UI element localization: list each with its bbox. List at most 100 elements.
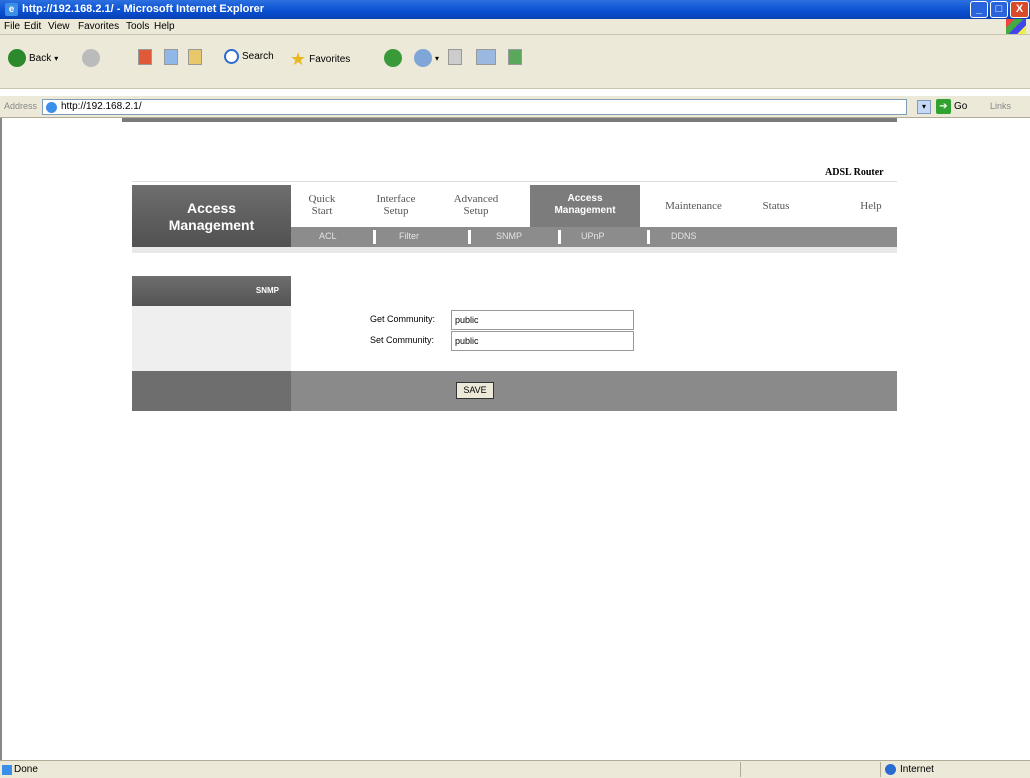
forward-arrow-icon	[82, 49, 100, 67]
messenger-button[interactable]	[508, 49, 522, 65]
sidebar-heading: SNMP	[132, 276, 291, 306]
minimize-button[interactable]: _	[970, 1, 988, 18]
tab-label: Quick	[308, 193, 336, 205]
subtab-ddns[interactable]: DDNS	[671, 231, 697, 241]
toolbar: Back ▾ Search ★ Favorites ▾	[0, 35, 1030, 89]
tab-quick-start[interactable]: Quick Start	[293, 187, 351, 225]
tab-label: Advanced	[453, 193, 499, 205]
tab-access-management[interactable]: Access Management	[530, 185, 640, 227]
menu-view[interactable]: View	[48, 21, 70, 32]
status-divider	[880, 762, 881, 777]
tab-label: Status	[762, 200, 790, 212]
tab-label: Help	[860, 200, 882, 212]
address-dropdown-button[interactable]: ▾	[917, 100, 931, 114]
status-text: Done	[14, 764, 38, 775]
back-label: Back	[29, 52, 52, 64]
tab-label: Setup	[463, 205, 489, 217]
refresh-icon	[164, 49, 178, 65]
subtab-separator	[558, 230, 561, 244]
favorites-button[interactable]: ★ Favorites	[290, 49, 350, 70]
search-icon	[224, 49, 239, 64]
footer-left-block	[132, 371, 291, 411]
section-title: Access Management	[132, 185, 291, 253]
subtab-acl[interactable]: ACL	[319, 231, 337, 241]
router-nav: Access Management Quick Start Interface …	[132, 185, 897, 253]
address-url: http://192.168.2.1/	[61, 101, 142, 112]
tab-label: Maintenance	[665, 200, 722, 212]
tab-status[interactable]: Status	[751, 187, 801, 225]
tab-maintenance[interactable]: Maintenance	[646, 187, 741, 225]
top-divider	[122, 118, 897, 122]
chevron-down-icon: ▾	[435, 53, 440, 63]
get-community-label: Get Community:	[370, 314, 436, 324]
footer-bar: SAVE	[132, 371, 897, 411]
get-community-input[interactable]	[451, 310, 634, 330]
links-button[interactable]: Links	[990, 101, 1011, 111]
stop-icon	[138, 49, 152, 65]
maximize-button[interactable]: □	[990, 1, 1008, 18]
status-bar: Done Internet	[0, 760, 1030, 778]
tab-help[interactable]: Help	[851, 187, 891, 225]
tab-advanced-setup[interactable]: Advanced Setup	[441, 187, 511, 225]
menu-edit[interactable]: Edit	[24, 21, 41, 32]
go-arrow-icon: ➔	[936, 99, 951, 114]
menu-file[interactable]: File	[4, 21, 20, 32]
menu-tools[interactable]: Tools	[126, 21, 149, 32]
home-button[interactable]	[188, 49, 202, 65]
search-label: Search	[242, 51, 274, 62]
sub-tabs: ACL Filter SNMP UPnP DDNS	[291, 227, 897, 247]
nav-bottom-strip	[132, 247, 897, 253]
save-button[interactable]: SAVE	[456, 382, 494, 399]
section-title-line2: Management	[168, 217, 255, 233]
get-community-row: Get Community:	[370, 310, 640, 332]
print-button[interactable]	[448, 49, 462, 65]
section-title-line1: Access	[186, 200, 237, 216]
window-title-bar: e http://192.168.2.1/ - Microsoft Intern…	[0, 0, 1030, 19]
messenger-icon	[508, 49, 522, 65]
stop-button[interactable]	[138, 49, 152, 65]
brand-label: ADSL Router	[825, 167, 884, 178]
tab-label: Access	[567, 193, 603, 204]
edit-button[interactable]	[476, 49, 496, 65]
ie-logo-icon: e	[5, 3, 18, 16]
go-button[interactable]: ➔ Go	[936, 99, 967, 114]
menu-bar: File Edit View Favorites Tools Help	[0, 19, 1030, 35]
go-label: Go	[954, 101, 968, 112]
tab-label: Start	[311, 205, 333, 217]
back-button[interactable]: Back ▾	[8, 49, 58, 67]
search-button[interactable]: Search	[224, 49, 274, 64]
address-bar: Address http://192.168.2.1/ ▾ ➔ Go Links	[0, 96, 1030, 118]
subtab-separator	[373, 230, 376, 244]
set-community-row: Set Community:	[370, 331, 640, 353]
status-divider	[740, 762, 741, 777]
star-icon: ★	[290, 49, 307, 69]
menu-favorites[interactable]: Favorites	[78, 21, 119, 32]
subtab-snmp[interactable]: SNMP	[496, 231, 522, 241]
close-button[interactable]: X	[1010, 1, 1029, 18]
left-sidebar: SNMP	[132, 276, 291, 374]
tab-label: Management	[554, 205, 616, 216]
page-content: ADSL Router Access Management Quick Star…	[0, 118, 1030, 760]
forward-button[interactable]	[82, 49, 100, 67]
home-icon	[188, 49, 202, 65]
sidebar-heading-label: SNMP	[255, 286, 279, 295]
subtab-separator	[647, 230, 650, 244]
main-tabs: Quick Start Interface Setup Advanced Set…	[291, 185, 897, 227]
tab-label: Interface	[376, 193, 416, 205]
back-arrow-icon	[8, 49, 26, 67]
menu-help[interactable]: Help	[154, 21, 175, 32]
history-button[interactable]	[384, 49, 402, 67]
mail-button[interactable]: ▾	[414, 49, 439, 67]
print-icon	[448, 49, 462, 65]
set-community-input[interactable]	[451, 331, 634, 351]
address-input[interactable]: http://192.168.2.1/	[42, 99, 907, 115]
edit-icon	[476, 49, 496, 65]
subtab-filter[interactable]: Filter	[399, 231, 419, 241]
page-icon	[46, 102, 57, 113]
subtab-upnp[interactable]: UPnP	[581, 231, 605, 241]
tab-interface-setup[interactable]: Interface Setup	[361, 187, 431, 225]
window-title: http://192.168.2.1/ - Microsoft Internet…	[22, 3, 265, 15]
tab-label: Setup	[383, 205, 409, 217]
refresh-button[interactable]	[164, 49, 178, 65]
favorites-label: Favorites	[309, 54, 351, 65]
